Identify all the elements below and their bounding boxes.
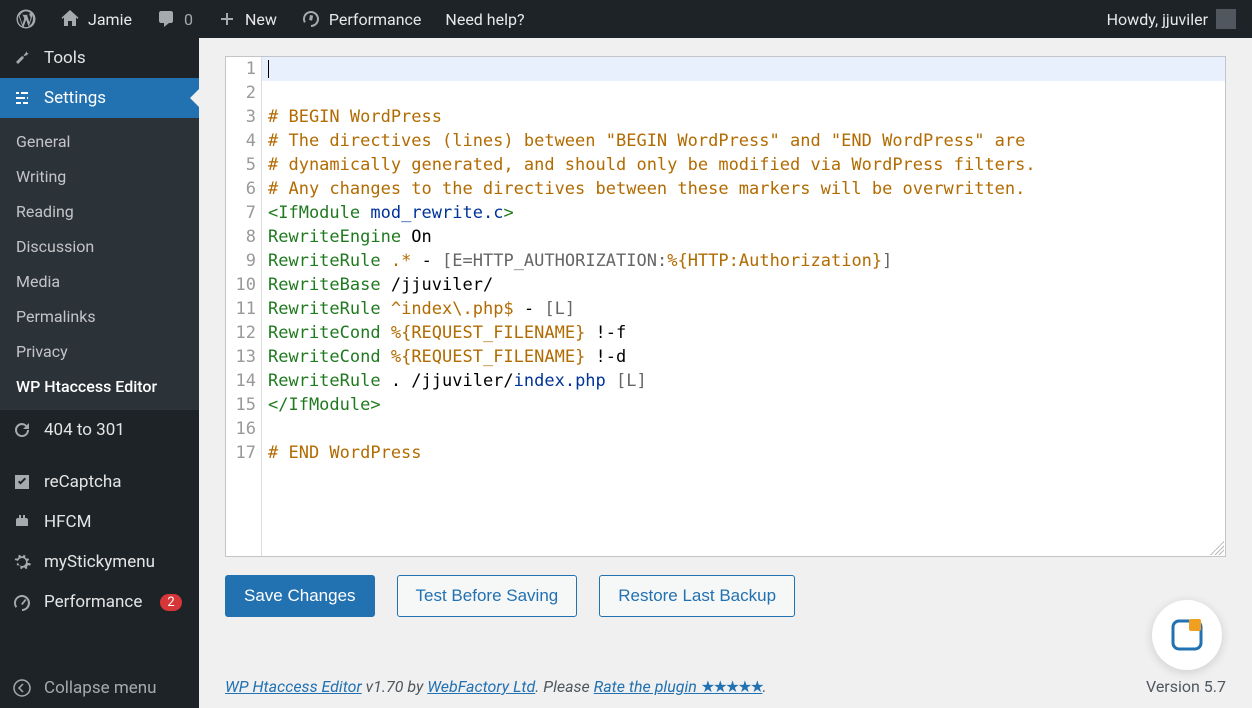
menu-tools[interactable]: Tools [0, 38, 199, 78]
stars-icon: ★★★★★ [701, 677, 763, 696]
code-line[interactable]: # The directives (lines) between "BEGIN … [262, 129, 1225, 153]
collapse-icon [12, 678, 32, 698]
restore-button[interactable]: Restore Last Backup [599, 575, 795, 617]
sub-permalinks[interactable]: Permalinks [0, 299, 199, 334]
wp-version: Version 5.7 [1146, 677, 1226, 696]
comment-count: 0 [184, 10, 193, 29]
menu-mystickymenu[interactable]: myStickymenu [0, 542, 199, 582]
avatar [1216, 9, 1236, 29]
code-area[interactable]: # BEGIN WordPress# The directives (lines… [262, 57, 1225, 556]
test-button[interactable]: Test Before Saving [397, 575, 578, 617]
performance-bar[interactable]: Performance [289, 0, 434, 38]
code-line[interactable]: RewriteCond %{REQUEST_FILENAME} !-f [262, 321, 1225, 345]
plugin-link[interactable]: WP Htaccess Editor [225, 677, 362, 696]
text-cursor [268, 60, 269, 78]
redirect-icon [12, 420, 32, 440]
gauge-icon [12, 592, 32, 612]
sub-privacy[interactable]: Privacy [0, 334, 199, 369]
admin-sidebar: Tools Settings General Writing Reading D… [0, 38, 199, 708]
code-line[interactable]: # dynamically generated, and should only… [262, 153, 1225, 177]
code-line[interactable]: # END WordPress [262, 441, 1225, 465]
floating-widget[interactable] [1152, 600, 1222, 670]
check-box-icon [12, 472, 32, 492]
code-line[interactable] [262, 57, 1225, 81]
code-line[interactable] [262, 81, 1225, 105]
code-line[interactable]: RewriteRule ^index\.php$ - [L] [262, 297, 1225, 321]
comments[interactable]: 0 [144, 0, 205, 38]
code-editor[interactable]: 1234567891011121314151617 # BEGIN WordPr… [225, 56, 1226, 557]
code-line[interactable]: # BEGIN WordPress [262, 105, 1225, 129]
site-name: Jamie [88, 10, 132, 29]
wp-logo[interactable] [4, 0, 48, 38]
widget-icon [1169, 617, 1205, 653]
save-button[interactable]: Save Changes [225, 575, 375, 617]
perf-label: Performance [329, 10, 422, 29]
gear-icon [12, 552, 32, 572]
menu-recaptcha[interactable]: reCaptcha [0, 462, 199, 502]
line-gutter: 1234567891011121314151617 [226, 57, 262, 556]
sub-general[interactable]: General [0, 124, 199, 159]
menu-404to301[interactable]: 404 to 301 [0, 410, 199, 450]
code-line[interactable]: # Any changes to the directives between … [262, 177, 1225, 201]
sub-reading[interactable]: Reading [0, 194, 199, 229]
menu-settings[interactable]: Settings [0, 78, 199, 118]
rate-link[interactable]: Rate the plugin ★★★★★ [594, 677, 763, 696]
sub-media[interactable]: Media [0, 264, 199, 299]
code-line[interactable] [262, 417, 1225, 441]
settings-submenu: General Writing Reading Discussion Media… [0, 118, 199, 410]
account[interactable]: Howdy, jjuviler [1095, 0, 1248, 38]
update-badge: 2 [160, 594, 181, 611]
footer: WP Htaccess Editor v1.70 by WebFactory L… [225, 677, 1226, 696]
code-line[interactable]: RewriteCond %{REQUEST_FILENAME} !-d [262, 345, 1225, 369]
sub-discussion[interactable]: Discussion [0, 229, 199, 264]
admin-bar: Jamie 0 New Performance Need help? Howdy… [0, 0, 1252, 38]
robot-icon [12, 512, 32, 532]
sub-htaccess[interactable]: WP Htaccess Editor [0, 369, 199, 404]
menu-performance[interactable]: Performance 2 [0, 582, 199, 622]
site-home[interactable]: Jamie [48, 0, 144, 38]
code-line[interactable]: </IfModule> [262, 393, 1225, 417]
resize-handle[interactable] [1210, 541, 1224, 555]
new-label: New [245, 10, 277, 29]
sub-writing[interactable]: Writing [0, 159, 199, 194]
menu-hfcm[interactable]: HFCM [0, 502, 199, 542]
code-line[interactable]: <IfModule mod_rewrite.c> [262, 201, 1225, 225]
need-help[interactable]: Need help? [433, 0, 536, 38]
new-content[interactable]: New [205, 0, 289, 38]
code-line[interactable]: RewriteRule . /jjuviler/index.php [L] [262, 369, 1225, 393]
code-line[interactable]: RewriteEngine On [262, 225, 1225, 249]
code-line[interactable]: RewriteRule .* - [E=HTTP_AUTHORIZATION:%… [262, 249, 1225, 273]
howdy-text: Howdy, jjuviler [1107, 10, 1208, 29]
sliders-icon [12, 88, 32, 108]
collapse-menu[interactable]: Collapse menu [0, 668, 199, 708]
vendor-link[interactable]: WebFactory Ltd [427, 677, 535, 696]
main-content: 1234567891011121314151617 # BEGIN WordPr… [199, 38, 1252, 708]
code-line[interactable]: RewriteBase /jjuviler/ [262, 273, 1225, 297]
wrench-icon [12, 48, 32, 68]
